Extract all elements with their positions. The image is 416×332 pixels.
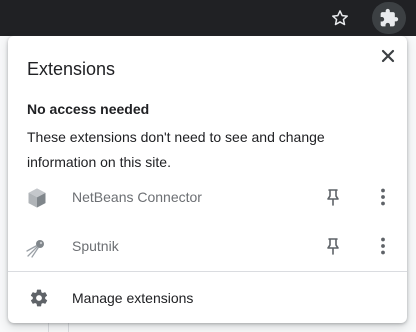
pin-button[interactable] — [322, 186, 344, 208]
extensions-popup: Extensions No access needed These extens… — [8, 36, 407, 323]
extension-row-sputnik[interactable]: Sputnik — [8, 223, 407, 269]
pin-button[interactable] — [322, 235, 344, 257]
extension-name: NetBeans Connector — [72, 189, 202, 205]
more-options-button[interactable] — [372, 186, 394, 208]
extension-row-netbeans-connector[interactable]: NetBeans Connector — [8, 174, 407, 220]
pin-icon — [327, 238, 339, 255]
netbeans-cube-icon — [26, 187, 48, 209]
pin-icon — [327, 189, 339, 206]
extension-name: Sputnik — [72, 238, 119, 254]
divider — [8, 271, 407, 272]
star-outline-icon — [332, 10, 348, 26]
section-heading: No access needed — [27, 101, 150, 117]
bookmark-star-button[interactable] — [324, 2, 356, 34]
close-icon — [381, 49, 395, 63]
gear-icon — [28, 287, 50, 309]
browser-toolbar — [0, 0, 416, 36]
sputnik-satellite-icon — [26, 236, 48, 258]
manage-extensions-label: Manage extensions — [72, 290, 194, 306]
section-description: These extensions don't need to see and c… — [27, 129, 325, 170]
more-vertical-icon — [381, 237, 385, 255]
close-button[interactable] — [376, 44, 400, 68]
manage-extensions-button[interactable]: Manage extensions — [8, 276, 407, 320]
more-vertical-icon — [381, 188, 385, 206]
popup-title: Extensions — [27, 59, 116, 79]
more-options-button[interactable] — [372, 235, 394, 257]
puzzle-piece-icon — [380, 8, 399, 27]
extensions-button[interactable] — [372, 2, 406, 34]
